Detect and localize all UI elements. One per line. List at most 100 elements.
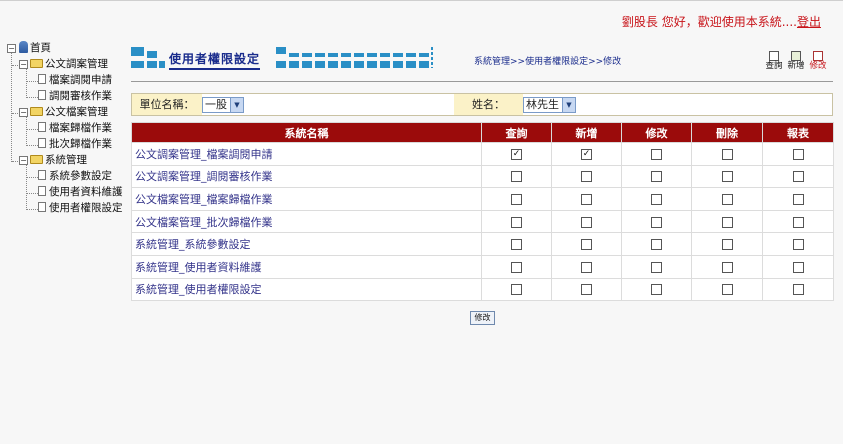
- greeting-text: 劉股長 您好，歡迎使用本系統....: [621, 15, 797, 29]
- tree-branch-line: [26, 177, 38, 178]
- add-button[interactable]: 新增: [785, 51, 807, 71]
- permission-cell-report: [762, 209, 834, 234]
- collapse-icon[interactable]: −: [19, 108, 28, 117]
- permission-cell-report: [762, 187, 834, 211]
- collapse-icon[interactable]: −: [19, 156, 28, 165]
- top-bar: 劉股長 您好，歡迎使用本系統....登出: [0, 0, 843, 34]
- delete-permission-checkbox[interactable]: [721, 171, 733, 183]
- report-permission-checkbox[interactable]: [792, 193, 804, 205]
- edit-permission-checkbox[interactable]: [651, 261, 662, 273]
- tree-group-doc-archive[interactable]: 公文檔案管理: [30, 104, 108, 120]
- add-permission-checkbox[interactable]: [581, 261, 592, 273]
- permission-cell-edit: [621, 209, 692, 234]
- report-permission-checkbox[interactable]: [792, 148, 804, 160]
- query-permission-checkbox[interactable]: ✓: [511, 148, 522, 160]
- report-permission-checkbox[interactable]: [792, 284, 804, 296]
- filter-bar: 單位名稱： 一股 ▼ 姓名： 林先生 ▼: [131, 93, 833, 116]
- permission-cell-query: [481, 209, 552, 234]
- add-permission-checkbox[interactable]: [581, 193, 592, 205]
- permission-cell-query: [481, 232, 552, 256]
- collapse-icon[interactable]: −: [19, 60, 28, 69]
- permission-cell-add: [551, 277, 622, 302]
- tree-item-label: 調閱審核作業: [49, 90, 112, 102]
- table-row: 公文檔案管理_批次歸檔作業: [131, 209, 834, 234]
- add-permission-checkbox[interactable]: [581, 284, 592, 296]
- banner-decoration: [131, 61, 144, 68]
- table-row: 公文調案管理_調閱審核作業: [131, 164, 834, 189]
- edit-permission-checkbox[interactable]: [651, 171, 662, 183]
- permission-cell-query: [481, 254, 552, 279]
- tree-item-system-params[interactable]: 系統參數設定: [38, 168, 112, 184]
- tree-group-system[interactable]: 系統管理: [30, 152, 87, 168]
- edit-permission-checkbox[interactable]: [651, 239, 662, 251]
- permission-cell-edit: [621, 254, 692, 279]
- tree-branch-line: [26, 145, 38, 146]
- tree-item-user-permission[interactable]: 使用者權限設定: [38, 200, 123, 216]
- col-header-query: 查詢: [481, 122, 552, 143]
- unit-select-value: 一股: [205, 98, 227, 111]
- page-icon: [38, 170, 46, 180]
- delete-permission-checkbox[interactable]: [721, 193, 733, 205]
- query-permission-checkbox[interactable]: [511, 239, 522, 251]
- permission-cell-add: [551, 164, 622, 189]
- permission-cell-edit: [621, 187, 692, 211]
- query-button-label: 查詢: [765, 61, 783, 71]
- logout-link[interactable]: 登出: [797, 15, 821, 29]
- add-permission-checkbox[interactable]: [581, 239, 592, 251]
- query-button[interactable]: 查詢: [763, 51, 785, 71]
- edit-button[interactable]: 修改: [807, 51, 829, 71]
- tree-item-label: 系統參數設定: [49, 170, 112, 182]
- query-permission-checkbox[interactable]: [511, 193, 522, 205]
- report-permission-checkbox[interactable]: [792, 239, 804, 251]
- tree-item-retrieval-request[interactable]: 檔案調閱申請: [38, 72, 112, 88]
- collapse-icon[interactable]: −: [7, 44, 16, 53]
- report-permission-checkbox[interactable]: [792, 171, 804, 183]
- edit-permission-checkbox[interactable]: [651, 284, 662, 296]
- query-permission-checkbox[interactable]: [511, 216, 522, 228]
- delete-permission-checkbox[interactable]: [721, 148, 733, 160]
- tree-group-label: 系統管理: [45, 154, 87, 166]
- add-permission-checkbox[interactable]: [581, 216, 592, 228]
- query-permission-checkbox[interactable]: [511, 171, 522, 183]
- tree-guide-line: [26, 162, 27, 210]
- tree-item-user-data[interactable]: 使用者資料維護: [38, 184, 123, 200]
- query-permission-checkbox[interactable]: [511, 261, 522, 273]
- name-select[interactable]: 林先生 ▼: [523, 97, 576, 113]
- modify-button[interactable]: 修改: [470, 311, 495, 325]
- edit-button-label: 修改: [809, 61, 827, 71]
- tree-item-retrieval-review[interactable]: 調閱審核作業: [38, 88, 112, 104]
- banner-decoration: [131, 47, 144, 56]
- table-body: 公文調案管理_檔案調閱申請 ✓ ✓ 公文調案管理_調閱審核作業 公文檔案管理_檔案歸檔作…: [131, 142, 834, 302]
- report-permission-checkbox[interactable]: [792, 216, 804, 228]
- permission-cell-add: ✓: [551, 142, 622, 166]
- tree-group-doc-retrieval[interactable]: 公文調案管理: [30, 56, 108, 72]
- system-name-cell: 公文調案管理_檔案調閱申請: [131, 142, 482, 166]
- edit-document-icon: [813, 51, 823, 61]
- banner-decoration: [147, 51, 157, 58]
- delete-permission-checkbox[interactable]: [721, 261, 733, 273]
- edit-permission-checkbox[interactable]: [651, 193, 662, 205]
- home-icon: [19, 41, 28, 53]
- system-name-cell: 系統管理_使用者資料維護: [131, 254, 482, 279]
- delete-permission-checkbox[interactable]: [721, 284, 733, 296]
- query-permission-checkbox[interactable]: [511, 284, 522, 296]
- add-permission-checkbox[interactable]: [581, 171, 592, 183]
- system-name-cell: 系統管理_使用者權限設定: [131, 277, 482, 302]
- chevron-down-icon: ▼: [230, 98, 243, 112]
- report-permission-checkbox[interactable]: [792, 261, 804, 273]
- add-permission-checkbox[interactable]: ✓: [581, 148, 592, 160]
- edit-permission-checkbox[interactable]: [651, 148, 662, 160]
- tree-item-label: 使用者權限設定: [49, 202, 123, 214]
- delete-permission-checkbox[interactable]: [721, 216, 733, 228]
- unit-select[interactable]: 一股 ▼: [202, 97, 244, 113]
- tree-root[interactable]: 首頁: [19, 40, 51, 56]
- banner-decoration: [289, 53, 429, 57]
- tree-item-batch-archive[interactable]: 批次歸檔作業: [38, 136, 112, 152]
- name-select-value: 林先生: [526, 98, 559, 111]
- permission-table: 系統名稱 查詢 新增 修改 刪除 報表 公文調案管理_檔案調閱申請 ✓ ✓ 公文調案管…: [131, 122, 834, 302]
- tree-item-archive[interactable]: 檔案歸檔作業: [38, 120, 112, 136]
- edit-permission-checkbox[interactable]: [651, 216, 662, 228]
- delete-permission-checkbox[interactable]: [721, 239, 733, 251]
- tree-branch-line: [26, 209, 38, 210]
- search-icon: [769, 51, 779, 61]
